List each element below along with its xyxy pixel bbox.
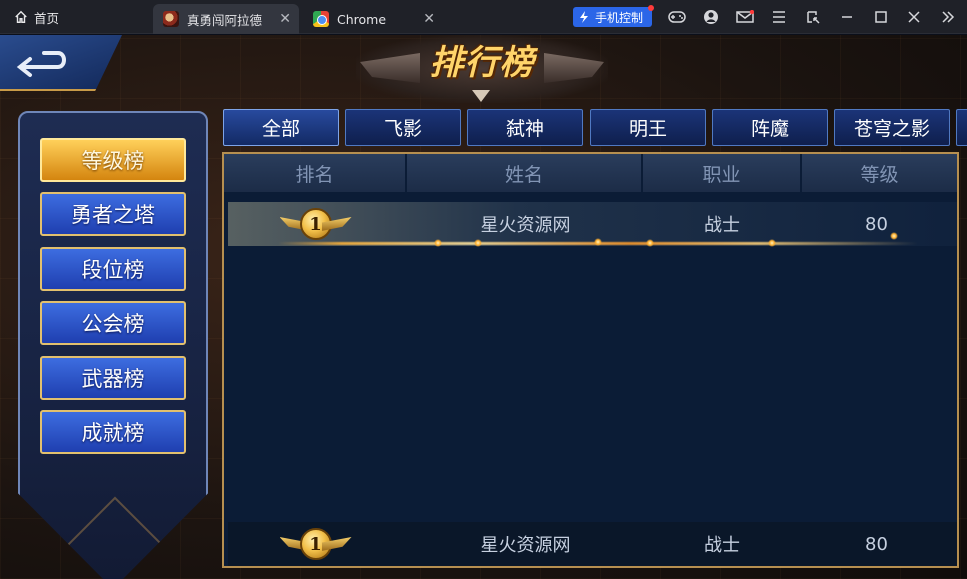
menu-icon[interactable] [769, 7, 789, 27]
gamepad-icon[interactable] [667, 7, 687, 27]
level-cell: 80 [865, 213, 888, 235]
home-button[interactable]: 首页 [14, 6, 59, 28]
category-tab-zhenmo[interactable]: 阵魔 [712, 109, 828, 146]
header-rank: 排名 [224, 154, 407, 192]
plaque-gem-icon [472, 90, 490, 102]
notification-dot [648, 5, 654, 11]
name-cell: 星火资源网 [480, 535, 571, 556]
my-rank-row: 1 星火资源网 战士 80 [228, 522, 957, 566]
table-header: 排名 姓名 职业 等级 [224, 154, 957, 192]
category-tab-mingwang[interactable]: 明王 [590, 109, 706, 146]
game-screen: 排行榜 等级榜 勇者之塔 段位榜 公会榜 武器榜 成就榜 全部 飞影 弑神 明王… [0, 35, 967, 579]
sparkle-dot [768, 239, 776, 247]
close-window-icon[interactable] [904, 7, 924, 27]
title-plaque: 排行榜 [356, 35, 608, 103]
header-name: 姓名 [407, 154, 643, 192]
close-tab-icon[interactable]: ✕ [423, 11, 435, 27]
category-tab-overflow[interactable] [956, 109, 967, 146]
game-favicon-icon [163, 11, 179, 27]
rank-cell: 1 [228, 202, 403, 246]
menu-guild-ranking[interactable]: 公会榜 [40, 301, 186, 345]
menu-rank-tier[interactable]: 段位榜 [40, 247, 186, 291]
menu-weapon-ranking[interactable]: 武器榜 [40, 356, 186, 400]
maximize-icon[interactable] [871, 7, 891, 27]
phone-control-label: 手机控制 [595, 10, 644, 25]
page-title: 排行榜 [429, 43, 535, 83]
tab-label: Chrome [337, 11, 387, 27]
sparkle-dot [646, 239, 654, 247]
tab-game[interactable]: 真勇闯阿拉德 ✕ [153, 4, 299, 34]
table-row[interactable]: 1 星火资源网 战士 80 [228, 202, 957, 247]
menu-achievement-ranking[interactable]: 成就榜 [40, 410, 186, 454]
phone-control-button[interactable]: 手机控制 [573, 5, 654, 27]
user-avatar-icon[interactable] [701, 7, 721, 27]
rank-medal-icon: 1 [279, 207, 352, 241]
plaque-wing-right [544, 53, 604, 83]
category-tab-cangqiong[interactable]: 苍穹之影 [834, 109, 950, 146]
menu-level-ranking[interactable]: 等级榜 [40, 138, 186, 182]
category-tab-shishen[interactable]: 弑神 [467, 109, 583, 146]
screenshot-icon[interactable] [803, 7, 823, 27]
back-button[interactable] [0, 35, 122, 91]
sparkle-dot [474, 239, 482, 247]
home-label: 首页 [34, 10, 60, 26]
lightning-icon [580, 11, 588, 23]
sparkle-dot [434, 239, 442, 247]
header-level: 等级 [802, 154, 957, 192]
tab-chrome[interactable]: Chrome ✕ [303, 4, 443, 34]
level-cell: 80 [865, 533, 888, 555]
plaque-wing-left [360, 53, 420, 83]
sparkle-dot [890, 232, 898, 240]
rank-cell: 1 [228, 522, 403, 566]
ranking-table: 排名 姓名 职业 等级 1 星火资源网 战士 80 1 星火资源网 战士 80 [222, 152, 959, 568]
category-tab-all[interactable]: 全部 [223, 109, 339, 146]
chrome-favicon-icon [313, 11, 329, 27]
double-chevron-right-icon[interactable] [938, 7, 958, 27]
browser-title-bar: 首页 真勇闯阿拉德 ✕ Chrome ✕ 手机控制 [0, 0, 967, 34]
close-tab-icon[interactable]: ✕ [279, 11, 291, 27]
tab-label: 真勇闯阿拉德 [187, 12, 263, 28]
sparkle-dot [594, 238, 602, 246]
job-cell: 战士 [704, 535, 740, 556]
home-icon [15, 10, 27, 23]
mail-icon[interactable] [735, 7, 755, 27]
menu-tower-of-heroes[interactable]: 勇者之塔 [40, 192, 186, 236]
header-job: 职业 [643, 154, 802, 192]
back-arrow-icon [16, 51, 66, 77]
category-tab-feiying[interactable]: 飞影 [345, 109, 461, 146]
rank-medal-icon: 1 [279, 527, 352, 561]
minimize-icon[interactable] [837, 7, 857, 27]
